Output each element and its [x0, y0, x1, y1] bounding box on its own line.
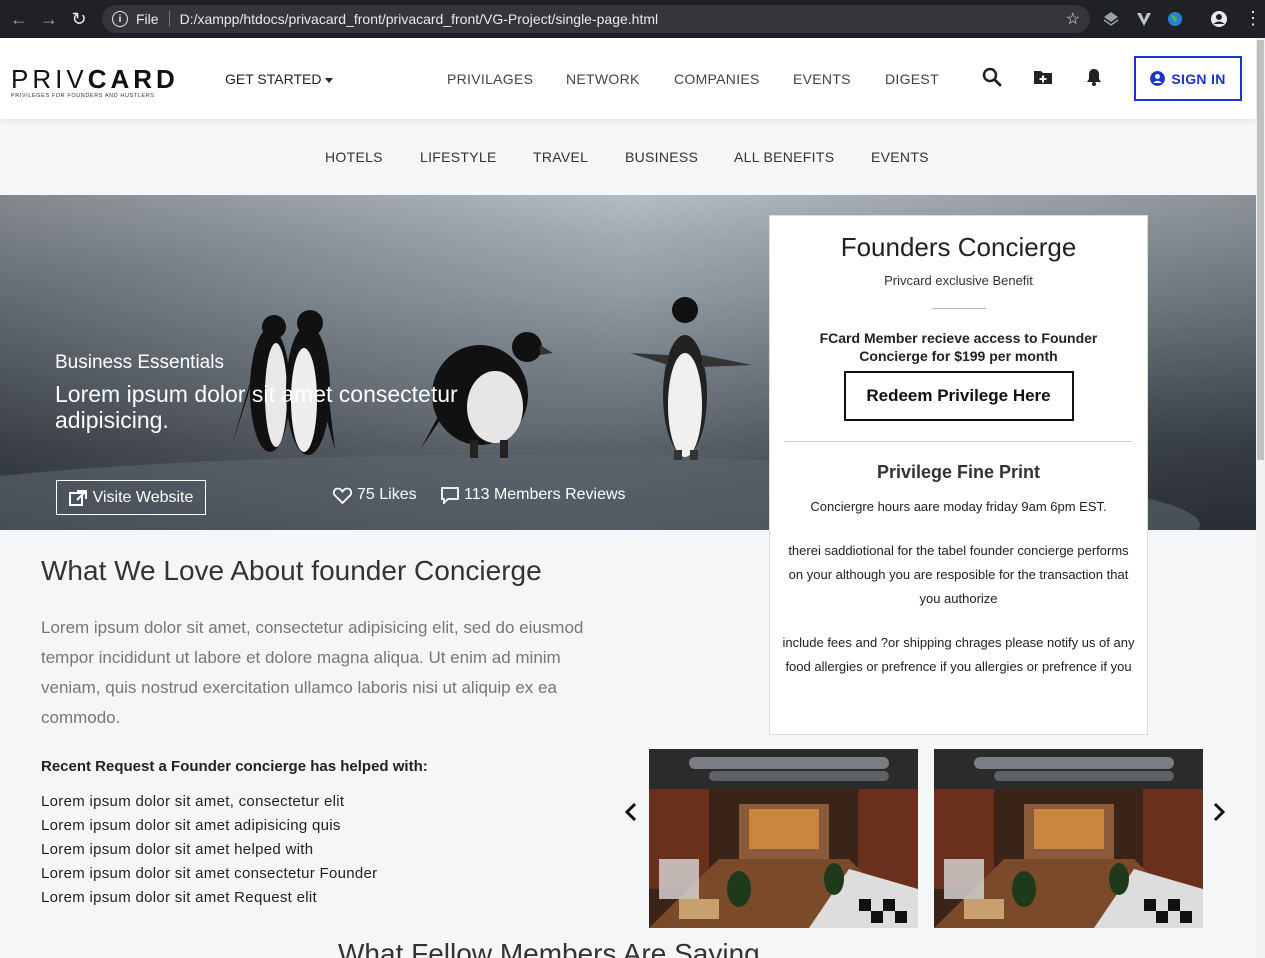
card-description: FCard Member recieve access to Founder C… [819, 330, 1098, 364]
subnav-travel[interactable]: TRAVEL [533, 149, 588, 165]
carousel-image-restaurant-1[interactable] [649, 749, 918, 928]
sign-in-label: SIGN IN [1171, 70, 1226, 87]
extension-layers-icon[interactable] [1102, 10, 1120, 28]
logo-text-light: PRIV [11, 64, 88, 94]
list-item: Lorem ipsum dolor sit amet, consectetur … [41, 793, 345, 810]
logo-tagline: PRIVILEGES FOR FOUNDERS AND HUSTLERS [11, 93, 155, 99]
extension-v-icon[interactable] [1135, 10, 1153, 28]
bookmark-star-icon[interactable]: ☆ [1066, 9, 1080, 29]
likes-count[interactable]: 75 Likes [333, 486, 417, 504]
extension-globe-icon[interactable] [1166, 10, 1184, 28]
back-arrow-icon[interactable]: ← [6, 6, 32, 32]
subnav-business[interactable]: BUSINESS [625, 149, 698, 165]
chevron-right-icon[interactable] [1212, 801, 1226, 823]
address-bar[interactable]: i File D:/xampp/htdocs/privacard_front/p… [102, 5, 1090, 33]
forward-arrow-icon[interactable]: → [36, 6, 62, 32]
visit-website-button[interactable]: Visite Website [56, 480, 206, 515]
site-header: PRIVCARD PRIVILEGES FOR FOUNDERS AND HUS… [0, 38, 1256, 119]
card-title: Founders Concierge [840, 232, 1077, 262]
card-subtitle: Privcard exclusive Benefit [884, 273, 1033, 288]
fine-print-hours: Conciergre hours aare moday friday 9am 6… [810, 499, 1107, 514]
browser-toolbar: ← → ↻ i File D:/xampp/htdocs/privacard_f… [0, 0, 1265, 38]
caret-down-icon [325, 77, 334, 83]
category-subnav: HOTELS LIFESTYLE TRAVEL BUSINESS ALL BEN… [0, 119, 1256, 195]
section-title: What We Love About founder Concierge [41, 555, 542, 586]
file-label: File [136, 11, 159, 27]
fine-print-fees: include fees and ?or shipping chrages pl… [782, 635, 1135, 674]
likes-label: 75 Likes [357, 486, 417, 503]
bell-icon[interactable] [1084, 67, 1104, 87]
url-text[interactable]: D:/xampp/htdocs/privacard_front/privacar… [180, 11, 659, 27]
next-section-title: What Fellow Members Are Saying [338, 938, 760, 958]
browser-menu-icon[interactable]: ⋮ [1244, 9, 1262, 28]
benefit-card: Founders Concierge Privcard exclusive Be… [769, 215, 1148, 735]
page-scrollbar[interactable] [1256, 38, 1265, 958]
list-item: Lorem ipsum dolor sit amet helped with [41, 841, 314, 858]
list-item: Lorem ipsum dolor sit amet Request elit [41, 889, 317, 906]
external-link-icon [68, 489, 87, 506]
fine-print-transaction: therei saddiotional for the tabel founde… [788, 543, 1129, 606]
omnibox-separator [168, 11, 170, 27]
logo-text-bold: CARD [87, 64, 179, 94]
list-item: Lorem ipsum dolor sit amet adipisicing q… [41, 817, 341, 834]
get-started-label: GET STARTED [225, 71, 322, 87]
redeem-privilege-button[interactable]: Redeem Privilege Here [843, 371, 1074, 421]
subnav-hotels[interactable]: HOTELS [325, 149, 383, 165]
folder-plus-icon[interactable] [1033, 67, 1053, 87]
profile-avatar-icon[interactable] [1210, 10, 1228, 28]
heart-icon [333, 487, 352, 504]
privcard-logo[interactable]: PRIVCARD PRIVILEGES FOR FOUNDERS AND HUS… [11, 66, 179, 99]
nav-privilages[interactable]: PRIVILAGES [447, 71, 533, 87]
user-circle-icon [1150, 71, 1166, 86]
restaurant-interior-image [649, 749, 918, 928]
carousel-image-restaurant-2[interactable] [934, 749, 1203, 928]
restaurant-interior-image [934, 749, 1203, 928]
nav-companies[interactable]: COMPANIES [674, 71, 760, 87]
comment-icon [441, 486, 459, 504]
subnav-lifestyle[interactable]: LIFESTYLE [420, 149, 497, 165]
recent-requests-title: Recent Request a Founder concierge has h… [41, 758, 428, 775]
subnav-events[interactable]: EVENTS [871, 149, 929, 165]
site-info-icon[interactable]: i [112, 11, 128, 27]
recent-requests-list: Lorem ipsum dolor sit amet, consectetur … [41, 790, 377, 910]
list-item: Lorem ipsum dolor sit amet consectetur F… [41, 865, 378, 882]
search-icon[interactable] [982, 67, 1002, 87]
subnav-all-benefits[interactable]: ALL BENEFITS [734, 149, 834, 165]
hero-title: Lorem ipsum dolor sit amet consectetur a… [55, 381, 458, 433]
scrollbar-thumb[interactable] [1257, 40, 1264, 460]
get-started-dropdown[interactable]: GET STARTED [225, 71, 334, 87]
visit-website-label: Visite Website [92, 488, 194, 506]
fine-print-title: Privilege Fine Print [876, 462, 1041, 482]
reviews-label: 113 Members Reviews [464, 486, 626, 503]
reviews-count[interactable]: 113 Members Reviews [441, 486, 626, 504]
section-paragraph: Lorem ipsum dolor sit amet, consectetur … [41, 618, 584, 727]
nav-events[interactable]: EVENTS [793, 71, 851, 87]
sign-in-button[interactable]: SIGN IN [1134, 56, 1242, 101]
nav-network[interactable]: NETWORK [566, 71, 640, 87]
card-separator [785, 441, 1132, 442]
card-divider [931, 308, 986, 309]
chevron-left-icon[interactable] [624, 801, 638, 823]
reload-icon[interactable]: ↻ [66, 6, 92, 32]
hero-category: Business Essentials [55, 352, 224, 373]
nav-digest[interactable]: DIGEST [885, 71, 939, 87]
